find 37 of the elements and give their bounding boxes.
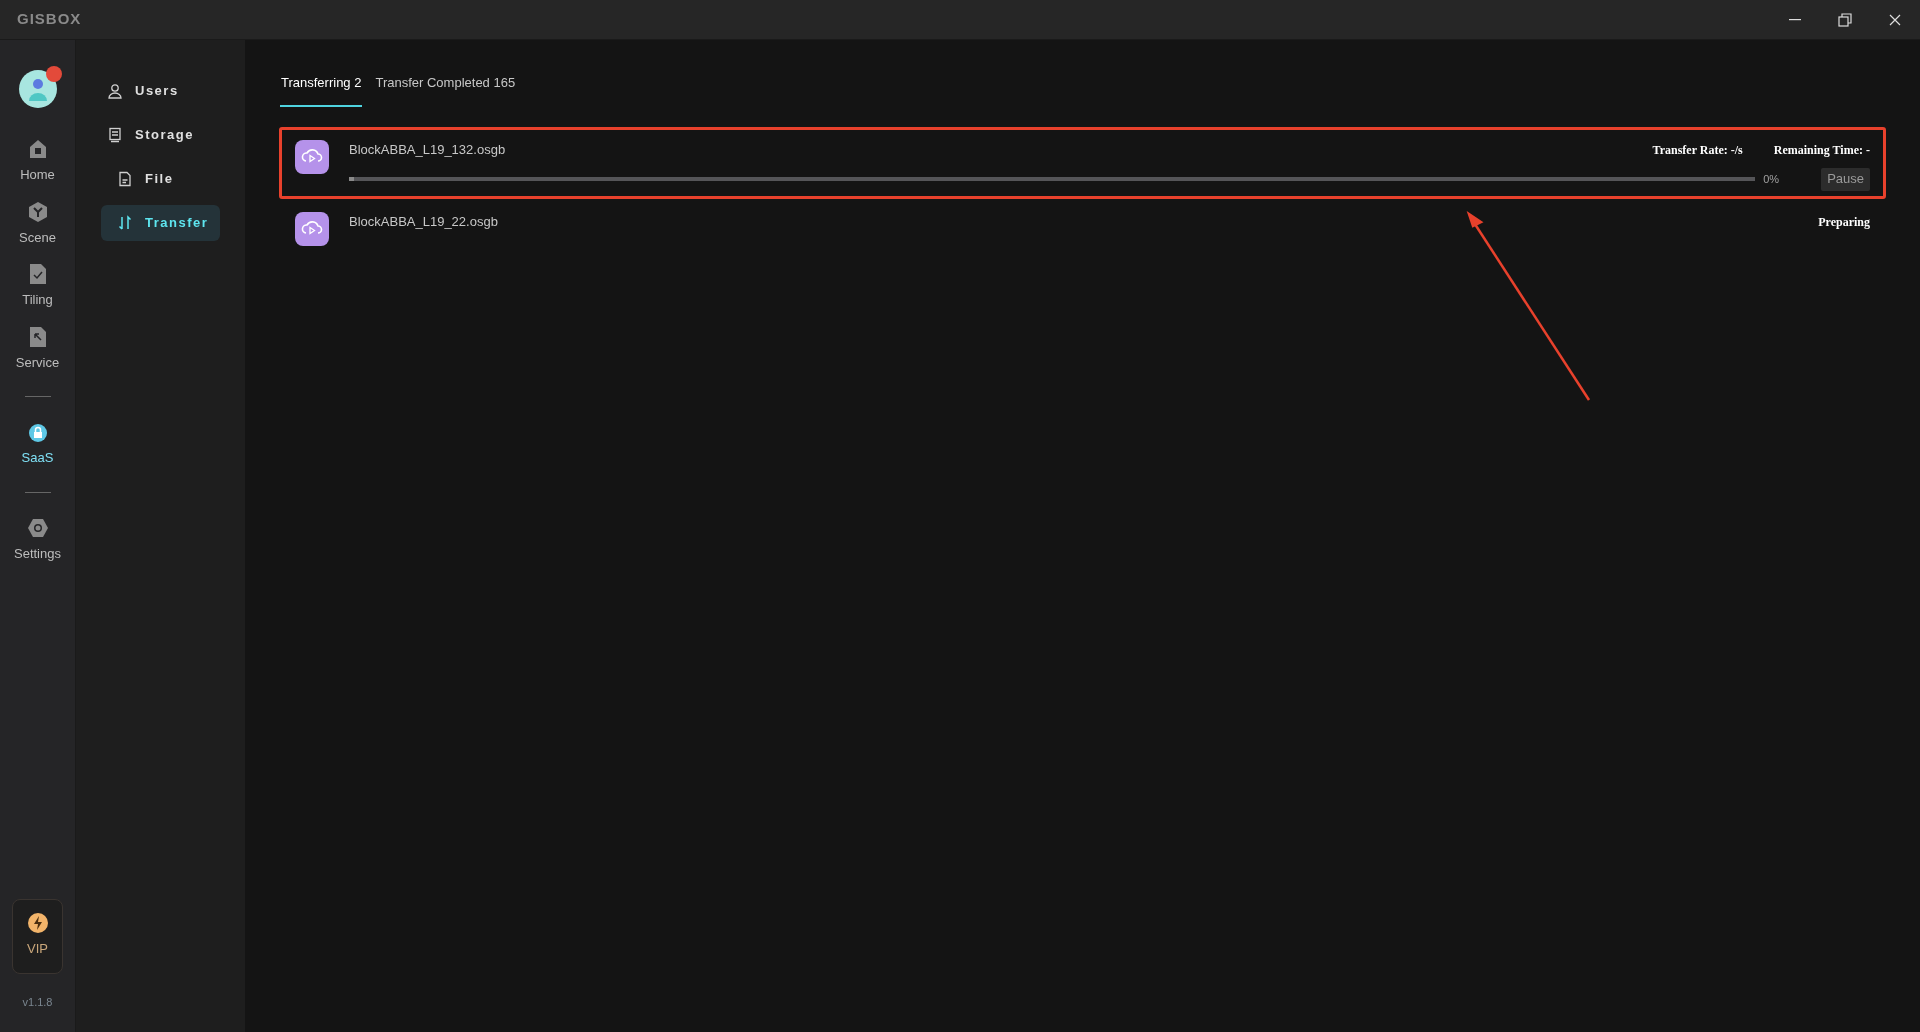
nav-item[interactable]: SaaS	[2, 413, 73, 476]
app-logo: GISBOX	[17, 9, 82, 30]
nav-item[interactable]: Scene	[2, 192, 73, 255]
gear-icon	[26, 516, 49, 539]
nav-item[interactable]: Service	[2, 317, 73, 380]
cube-icon	[26, 200, 49, 223]
file-icon	[117, 171, 133, 187]
remaining-time: Remaining Time: -	[1773, 141, 1870, 159]
user-icon	[107, 83, 123, 99]
person-silhouette-icon	[26, 77, 49, 101]
tab[interactable]: Transfer Completed 165	[374, 60, 517, 107]
storage-icon	[107, 127, 123, 143]
lock-icon	[26, 421, 49, 443]
nav-item[interactable]: Home	[2, 130, 73, 193]
pause-button[interactable]: Pause	[1821, 167, 1870, 191]
transfer-icon	[117, 215, 133, 231]
file-name: BlockABBA_L19_22.osgb	[349, 213, 498, 231]
cloud-upload-icon	[295, 140, 329, 174]
cloud-upload-icon	[295, 212, 329, 246]
notification-badge	[45, 66, 62, 82]
lightning-icon	[27, 913, 48, 934]
minimize-icon	[1789, 18, 1801, 21]
close-icon	[1889, 13, 1901, 26]
transfer-rate: Transfer Rate: -/s	[1652, 141, 1743, 159]
tab[interactable]: Transferring 2	[280, 60, 363, 107]
sidebar-item[interactable]: Storage	[101, 117, 220, 153]
status-label: Preparing	[1818, 213, 1870, 231]
progress-percent: 0%	[1762, 171, 1781, 187]
version-label: v1.1.8	[22, 994, 53, 1010]
sidebar-item[interactable]: Users	[101, 73, 220, 109]
vip-button[interactable]: VIP	[12, 898, 63, 974]
nav-item[interactable]: Settings	[2, 508, 73, 571]
restore-icon	[1838, 12, 1852, 27]
nav-item[interactable]: Tiling	[2, 255, 73, 318]
sidebar-item[interactable]: Transfer	[101, 205, 220, 241]
file-name: BlockABBA_L19_132.osgb	[349, 141, 506, 159]
sidebar-item[interactable]: File	[101, 161, 220, 197]
